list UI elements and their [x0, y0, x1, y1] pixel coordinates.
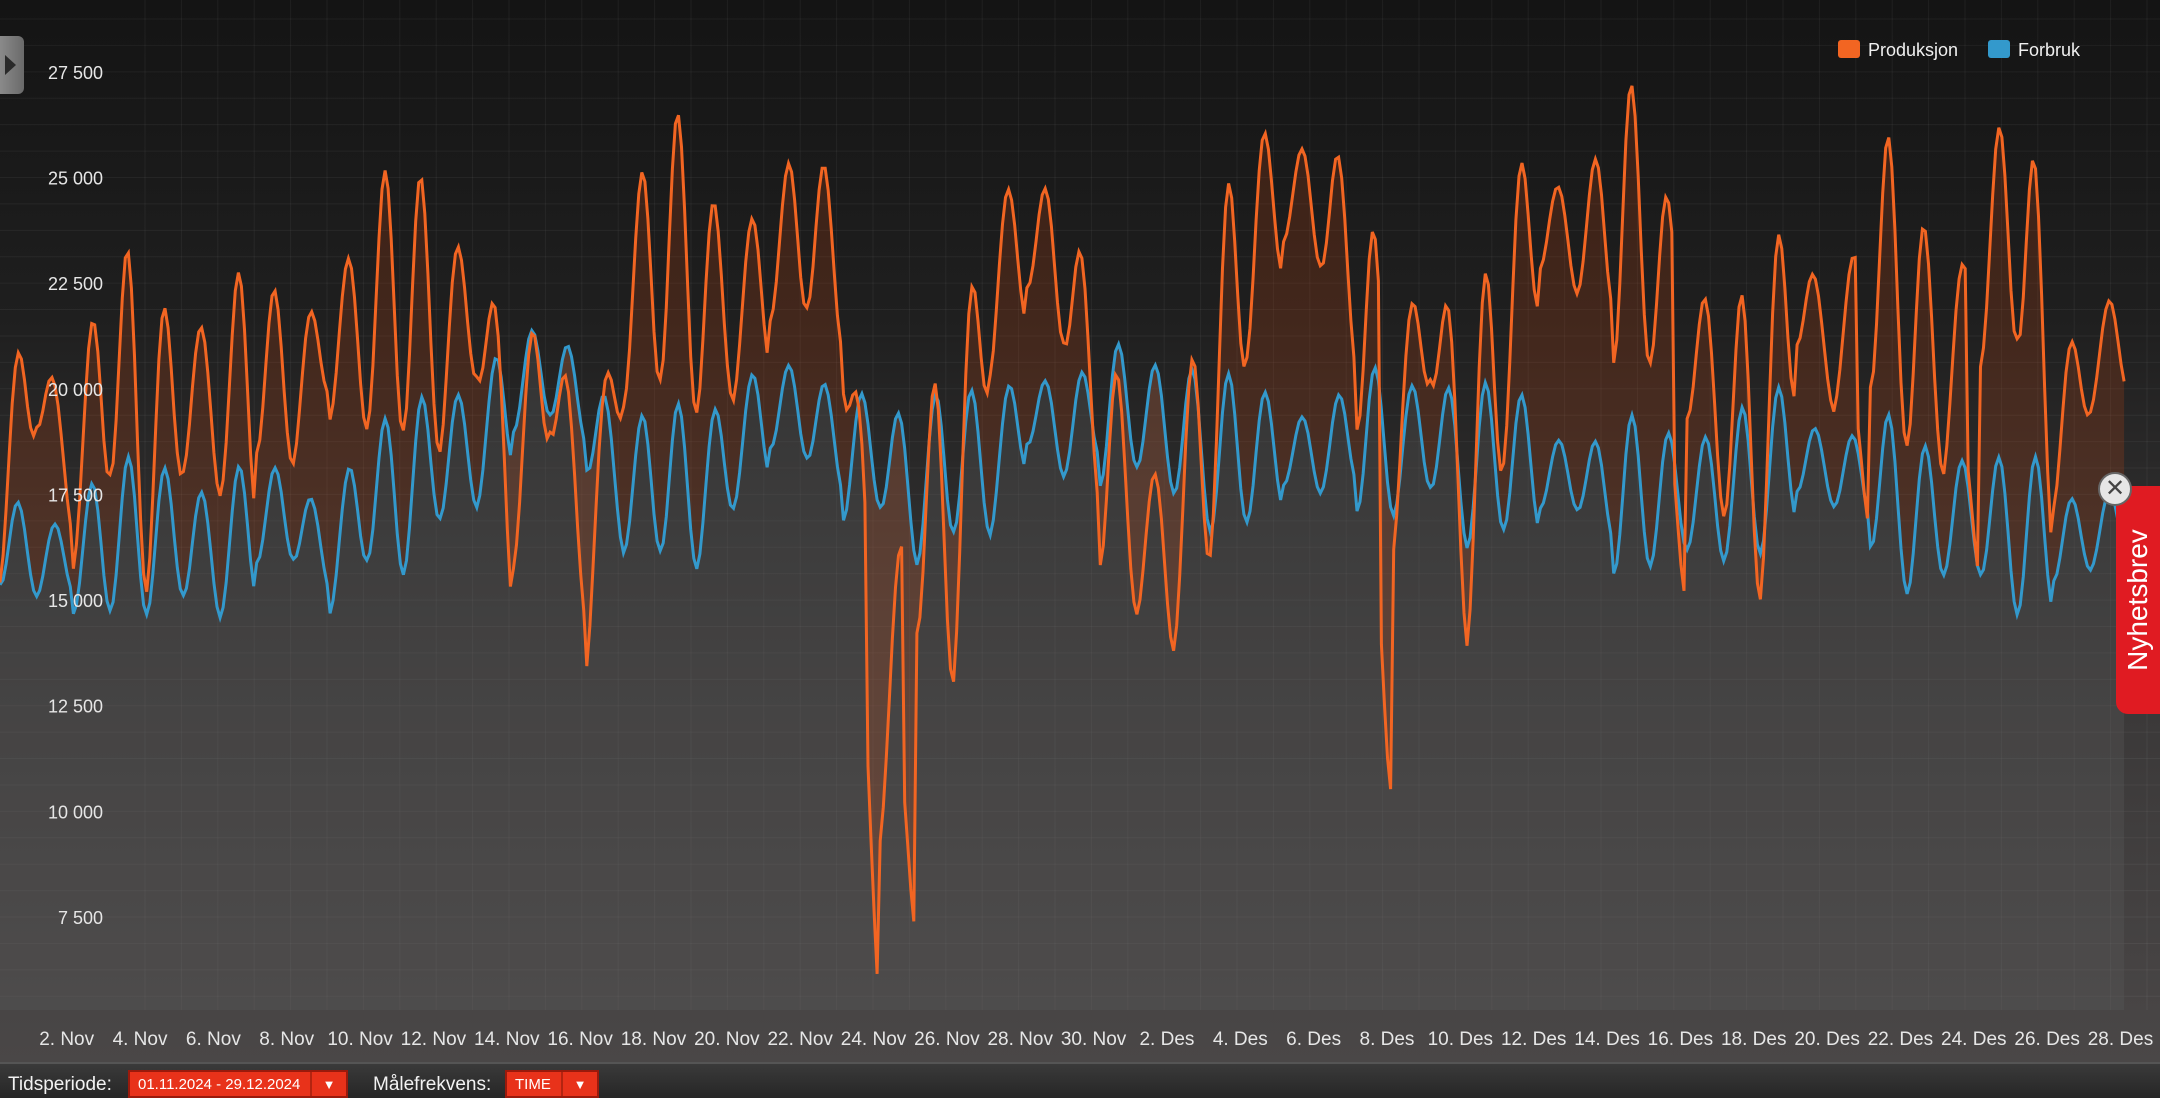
x-tick-label: 10. Des: [1428, 1029, 1493, 1050]
x-tick-label: 28. Nov: [987, 1029, 1053, 1050]
x-tick-label: 8. Des: [1360, 1029, 1415, 1050]
frequency-dropdown[interactable]: TIME ▼: [505, 1070, 599, 1098]
x-tick-label: 26. Nov: [914, 1029, 980, 1050]
x-tick-label: 2. Des: [1139, 1029, 1194, 1050]
side-panel-toggle[interactable]: [0, 36, 24, 94]
frequency-value: TIME: [515, 1076, 551, 1093]
y-tick-label: 10 000: [48, 802, 103, 822]
legend-label: Produksjon: [1868, 40, 1958, 60]
x-tick-label: 14. Nov: [474, 1029, 540, 1050]
x-tick-label: 14. Des: [1574, 1029, 1639, 1050]
x-tick-label: 12. Nov: [401, 1029, 467, 1050]
x-tick-label: 8. Nov: [259, 1029, 314, 1050]
period-label: Tidsperiode:: [8, 1074, 112, 1095]
x-tick-label: 6. Des: [1286, 1029, 1341, 1050]
x-tick-label: 18. Des: [1721, 1029, 1786, 1050]
x-tick-label: 4. Nov: [113, 1029, 168, 1050]
period-dropdown[interactable]: 01.11.2024 - 29.12.2024 ▼: [128, 1070, 348, 1098]
x-tick-label: 28. Des: [2088, 1029, 2153, 1050]
caret-down-icon: ▼: [310, 1072, 346, 1096]
x-tick-label: 10. Nov: [327, 1029, 393, 1050]
x-tick-label: 20. Des: [1794, 1029, 1859, 1050]
x-tick-label: 20. Nov: [694, 1029, 760, 1050]
frequency-label: Målefrekvens:: [373, 1074, 492, 1095]
legend: Produksjon Forbruk: [1838, 40, 2081, 60]
chevron-right-icon: [5, 55, 16, 75]
x-tick-label: 6. Nov: [186, 1029, 241, 1050]
y-tick-label: 27 500: [48, 63, 103, 83]
y-tick-label: 17 500: [48, 485, 103, 505]
controls-bar: Tidsperiode: 01.11.2024 - 29.12.2024 ▼ M…: [0, 1062, 2160, 1098]
newsletter-label: Nyhetsbrev: [2122, 529, 2153, 671]
x-tick-label: 2. Nov: [39, 1029, 94, 1050]
y-tick-label: 12 500: [48, 697, 103, 717]
close-icon[interactable]: ✕: [2098, 472, 2132, 506]
y-tick-label: 15 000: [48, 591, 103, 611]
x-tick-label: 24. Nov: [841, 1029, 907, 1050]
legend-label: Forbruk: [2018, 40, 2081, 60]
x-tick-label: 4. Des: [1213, 1029, 1268, 1050]
newsletter-tab[interactable]: Nyhetsbrev: [2116, 486, 2160, 714]
x-tick-label: 16. Nov: [547, 1029, 613, 1050]
x-tick-label: 22. Des: [1868, 1029, 1933, 1050]
caret-down-icon: ▼: [561, 1072, 597, 1096]
x-tick-label: 12. Des: [1501, 1029, 1566, 1050]
x-tick-label: 26. Des: [2014, 1029, 2079, 1050]
legend-swatch: [1988, 40, 2010, 58]
chart-area: 27 500 25 000 22 500 20 000 17 500 15 000 12 5…: [0, 0, 2160, 1062]
y-tick-label: 7 500: [58, 908, 103, 928]
y-tick-label: 22 500: [48, 274, 103, 294]
x-tick-label: 30. Nov: [1061, 1029, 1127, 1050]
y-tick-label: 20 000: [48, 380, 103, 400]
y-tick-label: 25 000: [48, 168, 103, 188]
x-tick-label: 24. Des: [1941, 1029, 2006, 1050]
period-value: 01.11.2024 - 29.12.2024: [138, 1076, 301, 1093]
x-tick-label: 16. Des: [1648, 1029, 1713, 1050]
x-tick-label: 18. Nov: [621, 1029, 687, 1050]
x-tick-label: 22. Nov: [767, 1029, 833, 1050]
production-consumption-chart: 27 500 25 000 22 500 20 000 17 500 15 000 12 5…: [0, 0, 2160, 1050]
legend-swatch: [1838, 40, 1860, 58]
